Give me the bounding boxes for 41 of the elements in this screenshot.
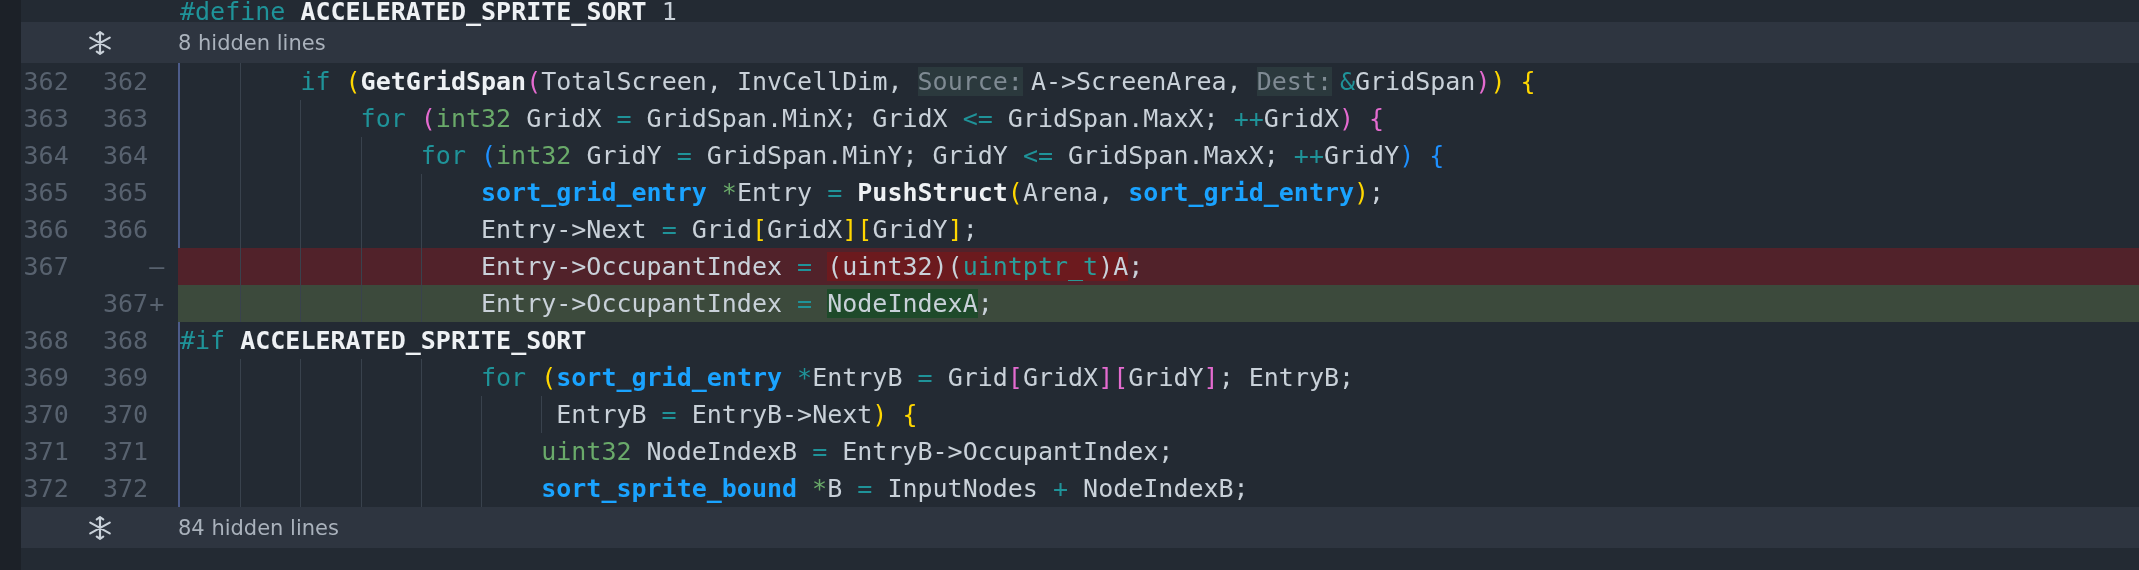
code-line: #if ACCELERATED_SPRITE_SORT <box>180 326 587 355</box>
code-line: for (sort_grid_entry *EntryB = Grid[GridX][GridY]; EntryB; <box>480 363 1355 392</box>
code-line: for (int32 GridX = GridSpan.MinX; GridX <= GridSpan.MaxX; ++GridX) { <box>359 104 1385 133</box>
line-number: 371 <box>102 437 149 466</box>
line-number: 372 <box>102 474 149 503</box>
code-line: for (int32 GridY = GridSpan.MinY; GridY <= GridSpan.MaxX; ++GridY) { <box>419 141 1445 170</box>
line-number: 364 <box>102 141 149 170</box>
line-number: 366 <box>22 215 69 244</box>
code-line: Entry->Next = Grid[GridX][GridY]; <box>480 215 978 244</box>
code-line: #define ACCELERATED_SPRITE_SORT 1 <box>180 0 677 26</box>
code-line: Entry->OccupantIndex = NodeIndexA; <box>480 289 993 318</box>
line-number: 366 <box>102 215 149 244</box>
line-number: 365 <box>102 178 149 207</box>
hidden-lines-label[interactable]: 8 hidden lines <box>178 30 2139 55</box>
unfold-icon[interactable] <box>86 29 113 56</box>
code-line: if (GetGridSpan(TotalScreen, InvCellDim, Source: A->ScreenArea, Dest: &GridSpan)) { <box>299 67 1536 96</box>
line-number: 367 <box>102 289 149 318</box>
code-line: sort_sprite_bound *B = InputNodes + NodeIndexB; <box>540 474 1249 503</box>
diff-marker: — <box>148 252 166 281</box>
line-number: 363 <box>22 104 69 133</box>
line-number: 363 <box>102 104 149 133</box>
line-number: 367 <box>22 252 69 281</box>
line-number: 368 <box>22 326 69 355</box>
line-number: 362 <box>22 67 69 96</box>
line-number: 372 <box>22 474 69 503</box>
line-number: 362 <box>102 67 149 96</box>
code-line: uint32 NodeIndexB = EntryB->OccupantIndex; <box>540 437 1174 466</box>
line-number: 369 <box>102 363 149 392</box>
line-number: 364 <box>22 141 69 170</box>
line-number: 370 <box>22 400 69 429</box>
code-line: EntryB = EntryB->Next) { <box>555 400 918 429</box>
line-number: 368 <box>102 326 149 355</box>
line-number: 371 <box>22 437 69 466</box>
code-line: Entry->OccupantIndex = (uint32)(uintptr_t)A; <box>480 252 1144 281</box>
diff-marker: + <box>148 289 166 318</box>
line-number: 369 <box>22 363 69 392</box>
hidden-lines-label[interactable]: 84 hidden lines <box>178 515 2139 540</box>
code-line: sort_grid_entry *Entry = PushStruct(Arena, sort_grid_entry); <box>480 178 1385 207</box>
unfold-icon[interactable] <box>86 514 113 541</box>
line-number: 365 <box>22 178 69 207</box>
line-number: 370 <box>102 400 149 429</box>
